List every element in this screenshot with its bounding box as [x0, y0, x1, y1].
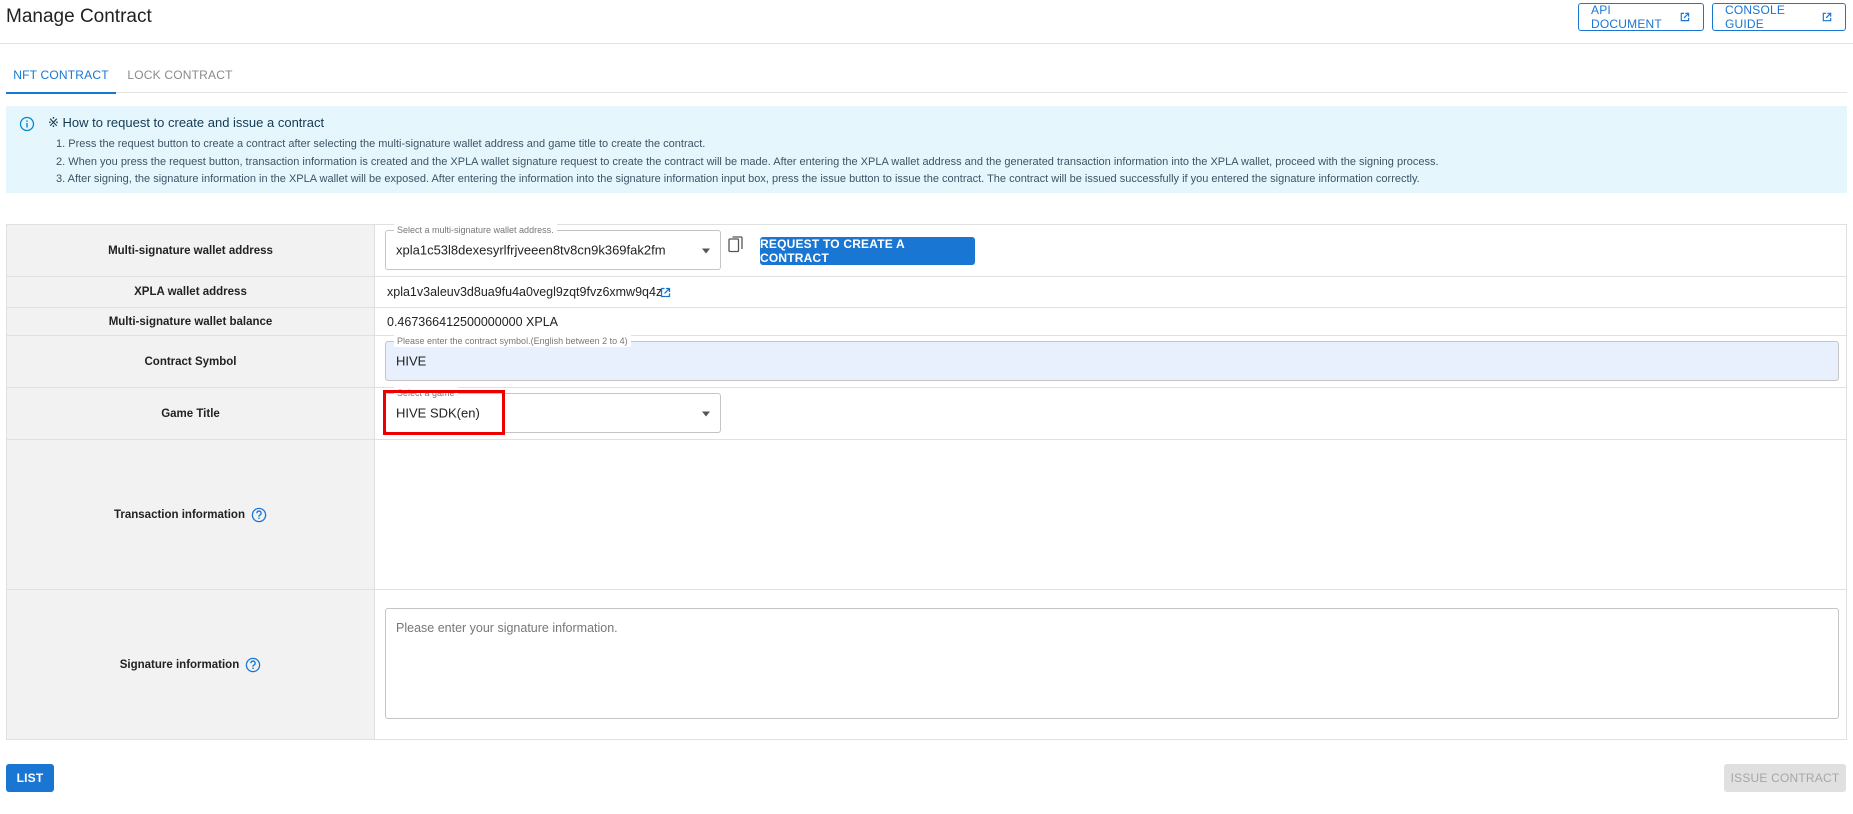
tab-nft-contract[interactable]: NFT CONTRACT [6, 58, 116, 94]
external-link-icon[interactable] [659, 286, 672, 299]
signature-info-textarea[interactable]: Please enter your signature information. [385, 608, 1839, 719]
xpla-address-cell: xpla1v3aleuv3d8ua9fu4a0vegl9zqt9fvz6xmw9… [375, 277, 1846, 307]
page-header: Manage Contract API DOCUMENT CONSOLE GUI… [0, 0, 1853, 44]
info-alert: ※ How to request to create and issue a c… [6, 106, 1847, 193]
transaction-info-cell [375, 440, 1846, 589]
manage-contract-page: Manage Contract API DOCUMENT CONSOLE GUI… [0, 0, 1853, 814]
multisig-address-label: Multi-signature wallet address [7, 225, 375, 276]
info-step-2: 2. When you press the request button, tr… [56, 155, 1439, 168]
multisig-address-select[interactable]: Select a multi-signature wallet address.… [385, 224, 721, 270]
contract-symbol-label: Contract Symbol [7, 336, 375, 387]
api-document-label: API DOCUMENT [1591, 3, 1662, 31]
tab-lock-contract[interactable]: LOCK CONTRACT [118, 58, 242, 92]
game-title-cell: Select a game HIVE SDK(en) [375, 387, 1846, 439]
row-transaction-info: Transaction information [7, 440, 1846, 590]
copy-icon[interactable] [728, 236, 744, 254]
multisig-address-value: xpla1c53l8dexesyrlfrjveeen8tv8cn9k369fak… [396, 242, 666, 258]
chevron-down-icon [702, 248, 710, 254]
transaction-info-label-cell: Transaction information [7, 440, 375, 589]
game-title-label: Game Title [7, 388, 375, 439]
issue-contract-button[interactable]: ISSUE CONTRACT [1724, 764, 1846, 792]
info-icon [19, 116, 35, 132]
contract-symbol-legend: Please enter the contract symbol.(Englis… [394, 335, 631, 347]
multisig-balance-cell: 0.467366412500000000 XPLA [375, 308, 1846, 335]
row-contract-symbol: Contract Symbol Please enter the contrac… [7, 335, 1846, 388]
info-step-1: 1. Press the request button to create a … [56, 138, 706, 150]
highlight-box [383, 390, 505, 435]
transaction-info-label: Transaction information [114, 508, 245, 521]
console-guide-label: CONSOLE GUIDE [1725, 3, 1786, 31]
contract-symbol-value: HIVE [396, 353, 427, 369]
signature-info-label: Signature information [119, 658, 240, 671]
row-multisig-balance: Multi-signature wallet balance 0.4673664… [7, 308, 1846, 336]
signature-info-label-cell: Signature information [7, 590, 375, 739]
page-title: Manage Contract [6, 6, 152, 27]
signature-info-placeholder: Please enter your signature information. [396, 621, 618, 635]
contract-symbol-input[interactable]: Please enter the contract symbol.(Englis… [385, 335, 1839, 381]
external-link-icon [1822, 12, 1832, 22]
contract-tabs: NFT CONTRACT LOCK CONTRACT [6, 58, 1847, 94]
row-signature-info: Signature information Please enter your … [7, 590, 1846, 739]
request-create-contract-button[interactable]: REQUEST TO CREATE A CONTRACT [760, 237, 975, 265]
xpla-address-label: XPLA wallet address [7, 277, 375, 307]
chevron-down-icon [702, 411, 710, 417]
help-icon[interactable] [251, 507, 267, 523]
row-game-title: Game Title Select a game HIVE SDK(en) [7, 387, 1846, 440]
help-icon[interactable] [245, 657, 261, 673]
contract-form-table: Multi-signature wallet address Select a … [6, 224, 1847, 740]
multisig-balance-label: Multi-signature wallet balance [7, 308, 375, 335]
multisig-balance-value: 0.467366412500000000 XPLA [387, 315, 558, 329]
info-title: ※ How to request to create and issue a c… [48, 115, 325, 130]
multisig-address-legend: Select a multi-signature wallet address. [394, 224, 557, 236]
signature-info-cell: Please enter your signature information. [375, 590, 1846, 739]
list-button[interactable]: LIST [6, 764, 54, 792]
row-multisig-address: Multi-signature wallet address Select a … [7, 224, 1846, 277]
info-step-3: 3. After signing, the signature informat… [56, 173, 1420, 185]
xpla-address-value: xpla1v3aleuv3d8ua9fu4a0vegl9zqt9fvz6xmw9… [387, 285, 663, 299]
external-link-icon [1680, 12, 1690, 22]
contract-symbol-cell: Please enter the contract symbol.(Englis… [375, 335, 1846, 387]
api-document-button[interactable]: API DOCUMENT [1578, 3, 1704, 31]
multisig-address-cell: Select a multi-signature wallet address.… [375, 224, 1846, 276]
info-steps: 1. Press the request button to create a … [56, 136, 1439, 189]
console-guide-button[interactable]: CONSOLE GUIDE [1712, 3, 1846, 31]
row-xpla-address: XPLA wallet address xpla1v3aleuv3d8ua9fu… [7, 277, 1846, 308]
